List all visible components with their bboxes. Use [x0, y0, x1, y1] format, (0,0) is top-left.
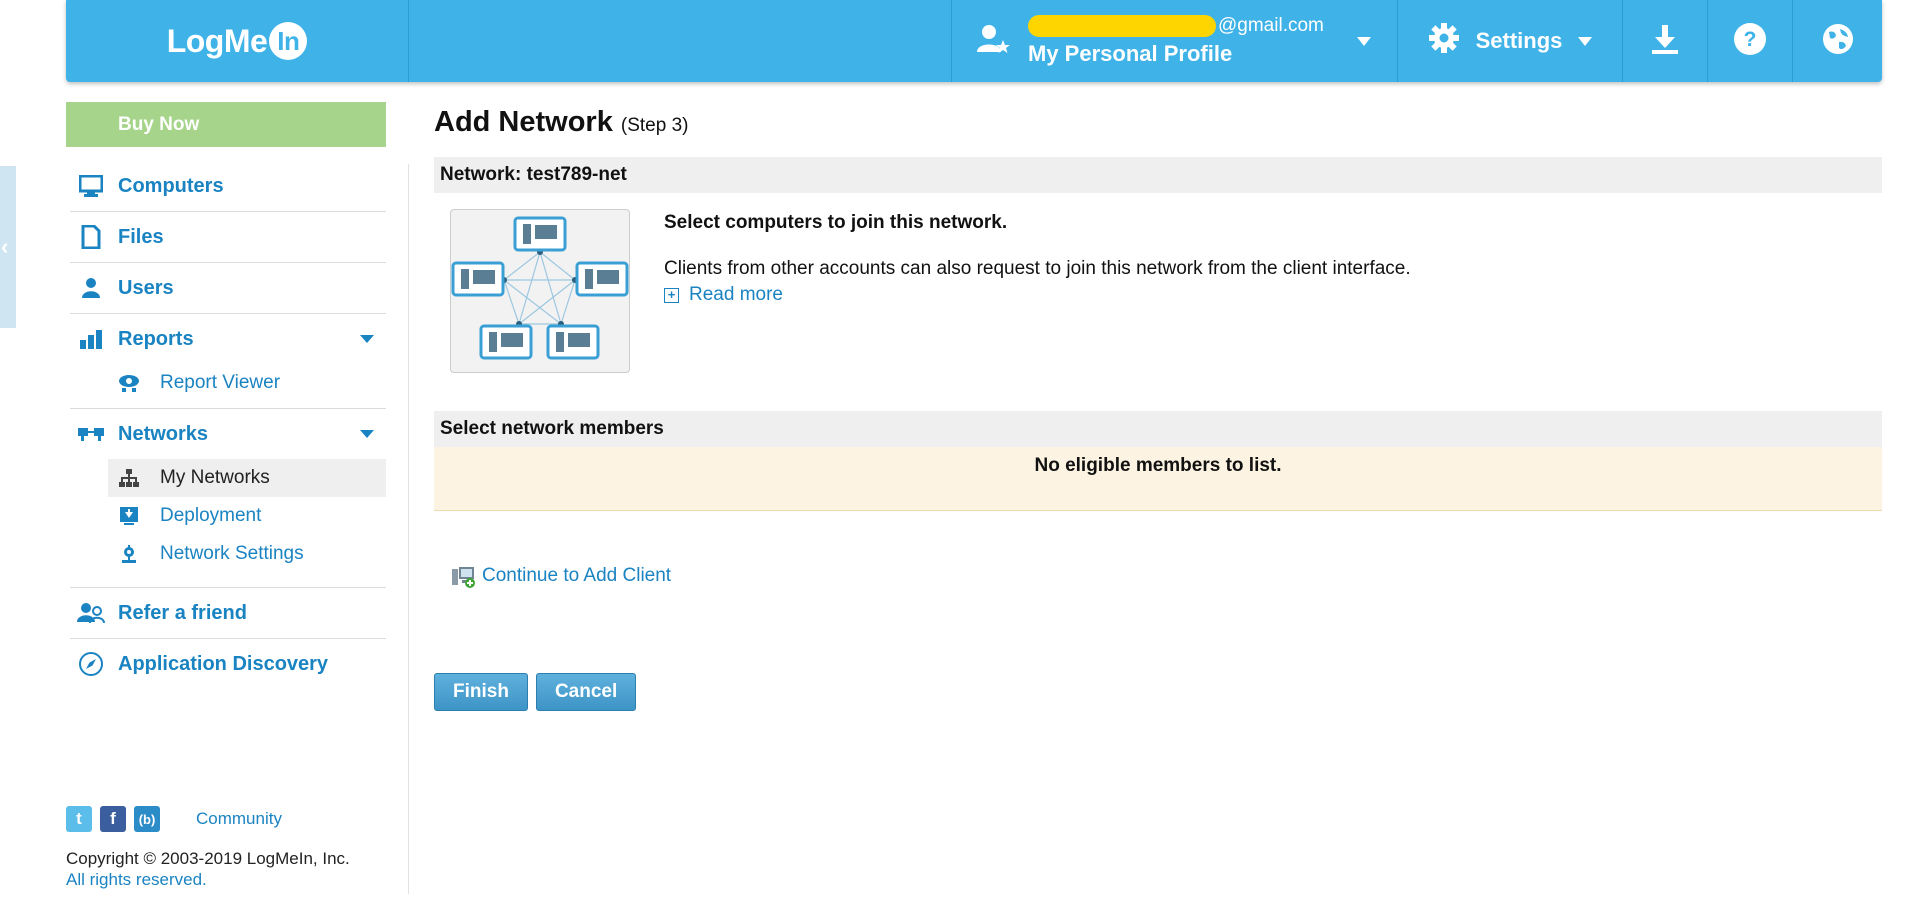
network-illustration	[450, 209, 630, 373]
sidebar-item-application-discovery[interactable]: Application Discovery	[66, 639, 386, 689]
gear-icon	[1428, 22, 1460, 60]
profile-email: @gmail.com	[1218, 15, 1324, 36]
report-viewer-icon	[118, 372, 140, 394]
sidebar-item-computers[interactable]: Computers	[66, 161, 386, 211]
sidebar-item-label: Reports	[118, 327, 194, 350]
sidebar-item-users[interactable]: Users	[66, 263, 386, 313]
settings-label: Settings	[1475, 28, 1563, 53]
facebook-icon[interactable]: f	[100, 806, 126, 832]
monitor-icon	[76, 171, 106, 201]
sidebar-item-label: Deployment	[160, 505, 262, 526]
sidebar-item-label: Networks	[118, 422, 209, 445]
network-settings-icon	[118, 543, 140, 565]
hierarchy-icon	[118, 467, 140, 489]
sidebar-item-label: Report Viewer	[160, 372, 281, 393]
sidebar: Buy Now Computers Files Users Reports Re…	[66, 102, 386, 689]
sidebar-item-label: Users	[118, 276, 174, 299]
all-rights-reserved: All rights reserved.	[66, 870, 207, 889]
sidebar-item-network-settings[interactable]: Network Settings	[108, 535, 386, 573]
header-spacer	[409, 0, 952, 82]
step-indicator: (Step 3)	[620, 115, 689, 136]
network-icon	[76, 419, 106, 449]
top-bar: LogMe In @gmail.com My Personal Profile S…	[66, 0, 1882, 82]
continue-to-add-client-link[interactable]: Continue to Add Client	[450, 563, 1882, 589]
continue-label: Continue to Add Client	[482, 565, 672, 586]
network-info-text: Select computers to join this network. C…	[664, 209, 1411, 373]
svg-text:?: ?	[1744, 28, 1757, 51]
sidebar-item-label: Refer a friend	[118, 601, 247, 624]
sidebar-item-reports[interactable]: Reports	[66, 314, 386, 364]
sidebar-item-label: My Networks	[160, 467, 270, 488]
read-more-label: Read more	[689, 284, 783, 305]
compass-icon	[76, 649, 106, 679]
download-button[interactable]	[1623, 0, 1708, 82]
deployment-icon	[118, 505, 140, 527]
add-client-icon	[450, 563, 476, 589]
copyright: Copyright © 2003-2019 LogMeIn, Inc. All …	[66, 848, 350, 890]
sidebar-item-my-networks[interactable]: My Networks	[108, 459, 386, 497]
members-empty-state: No eligible members to list.	[434, 447, 1882, 511]
footer-social: t f (b) Community	[66, 806, 282, 832]
help-icon: ?	[1733, 22, 1767, 61]
chevron-down-icon[interactable]	[360, 335, 374, 343]
refer-friend-icon	[76, 598, 106, 628]
page-title-text: Add Network	[434, 106, 613, 138]
logo-in-badge: In	[269, 22, 308, 60]
sidebar-item-label: Application Discovery	[118, 652, 329, 675]
sidebar-item-label: Network Settings	[160, 543, 304, 564]
blog-icon[interactable]: (b)	[134, 806, 160, 832]
network-name-bar: Network: test789-net	[434, 157, 1882, 193]
network-info: Select computers to join this network. C…	[434, 209, 1882, 373]
copyright-text: Copyright © 2003-2019 LogMeIn, Inc.	[66, 849, 350, 868]
logo-text: LogMe	[166, 22, 268, 59]
sidebar-item-label: Files	[118, 225, 164, 248]
bar-chart-icon	[76, 324, 106, 354]
settings-menu[interactable]: Settings	[1398, 0, 1623, 82]
read-more-link[interactable]: + Read more	[664, 284, 1411, 306]
help-button[interactable]: ?	[1708, 0, 1793, 82]
form-buttons: Finish Cancel	[434, 673, 1882, 711]
user-icon	[76, 273, 106, 303]
plus-icon: +	[664, 287, 679, 303]
chevron-down-icon	[1357, 37, 1371, 46]
file-icon	[76, 222, 106, 252]
sidebar-item-files[interactable]: Files	[66, 212, 386, 262]
main-content: Add Network (Step 3) Network: test789-ne…	[434, 106, 1882, 711]
sidebar-item-refer-a-friend[interactable]: Refer a friend	[66, 588, 386, 638]
twitter-icon[interactable]: t	[66, 806, 92, 832]
chevron-down-icon	[1578, 36, 1593, 46]
sidebar-divider	[408, 164, 409, 894]
sidebar-nav: Computers Files Users Reports Report Vie…	[66, 161, 386, 689]
sidebar-item-deployment[interactable]: Deployment	[108, 497, 386, 535]
logo[interactable]: LogMe In	[66, 0, 409, 82]
user-star-icon	[976, 22, 1010, 61]
cancel-button[interactable]: Cancel	[535, 673, 637, 711]
buy-now-button[interactable]: Buy Now	[66, 102, 386, 147]
download-icon	[1650, 23, 1680, 60]
sidebar-collapse-tab[interactable]: ‹	[0, 166, 16, 328]
finish-button[interactable]: Finish	[434, 673, 528, 711]
sidebar-item-report-viewer[interactable]: Report Viewer	[108, 364, 386, 402]
select-computers-heading: Select computers to join this network.	[664, 212, 1008, 233]
profile-name: My Personal Profile	[1028, 41, 1233, 66]
chevron-down-icon[interactable]	[360, 430, 374, 438]
sidebar-item-label: Computers	[118, 174, 224, 197]
language-button[interactable]	[1793, 0, 1882, 82]
sidebar-item-networks[interactable]: Networks	[66, 409, 386, 459]
members-header: Select network members	[434, 411, 1882, 447]
join-description: Clients from other accounts can also req…	[664, 258, 1411, 279]
community-link[interactable]: Community	[196, 809, 282, 829]
globe-icon	[1821, 22, 1855, 61]
redacted-email	[1028, 15, 1216, 37]
page-title: Add Network (Step 3)	[434, 106, 1882, 139]
chevron-left-icon: ‹	[1, 234, 9, 259]
profile-menu[interactable]: @gmail.com My Personal Profile	[952, 0, 1398, 82]
